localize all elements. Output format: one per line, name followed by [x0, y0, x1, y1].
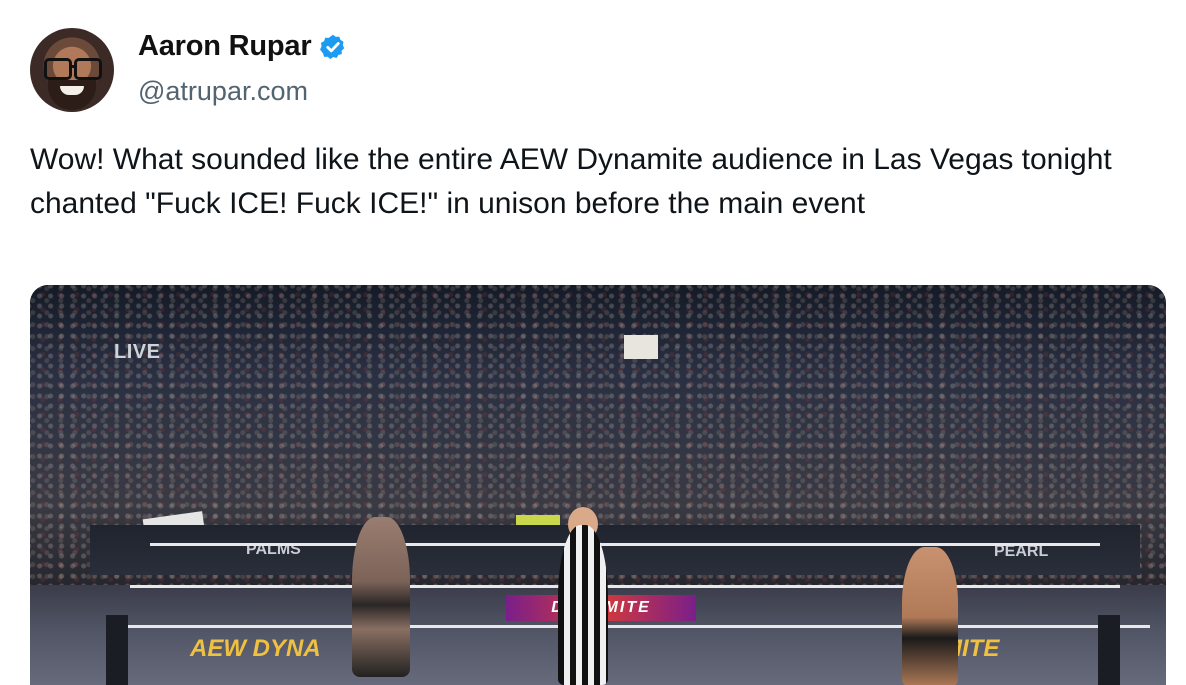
author-avatar[interactable] — [30, 28, 114, 112]
live-label: LIVE — [114, 341, 161, 363]
tweet-media-video[interactable]: LIVE PALMS PEARL DYNAMITE AEW DYNA MITE — [30, 285, 1166, 685]
crowd-sign — [624, 335, 658, 359]
author-handle[interactable]: @atrupar.com — [138, 76, 308, 107]
ring-rope — [130, 585, 1120, 588]
wrestler-left — [352, 517, 410, 677]
avatar-glasses-left — [44, 58, 72, 80]
author-name-row: Aaron Rupar — [138, 30, 347, 63]
ring-rope — [110, 625, 1150, 628]
verified-badge-icon — [320, 34, 345, 59]
author-display-name[interactable]: Aaron Rupar — [138, 30, 312, 63]
turnbuckle-logo-left: AEW DYNA — [190, 635, 321, 662]
avatar-glasses-bridge — [69, 65, 75, 68]
referee — [558, 525, 608, 685]
wrestler-right — [902, 547, 958, 685]
avatar-beard — [48, 80, 96, 110]
tweet-text: Wow! What sounded like the entire AEW Dy… — [30, 143, 1112, 220]
avatar-glasses-right — [74, 58, 102, 80]
ring-rope — [150, 543, 1100, 546]
